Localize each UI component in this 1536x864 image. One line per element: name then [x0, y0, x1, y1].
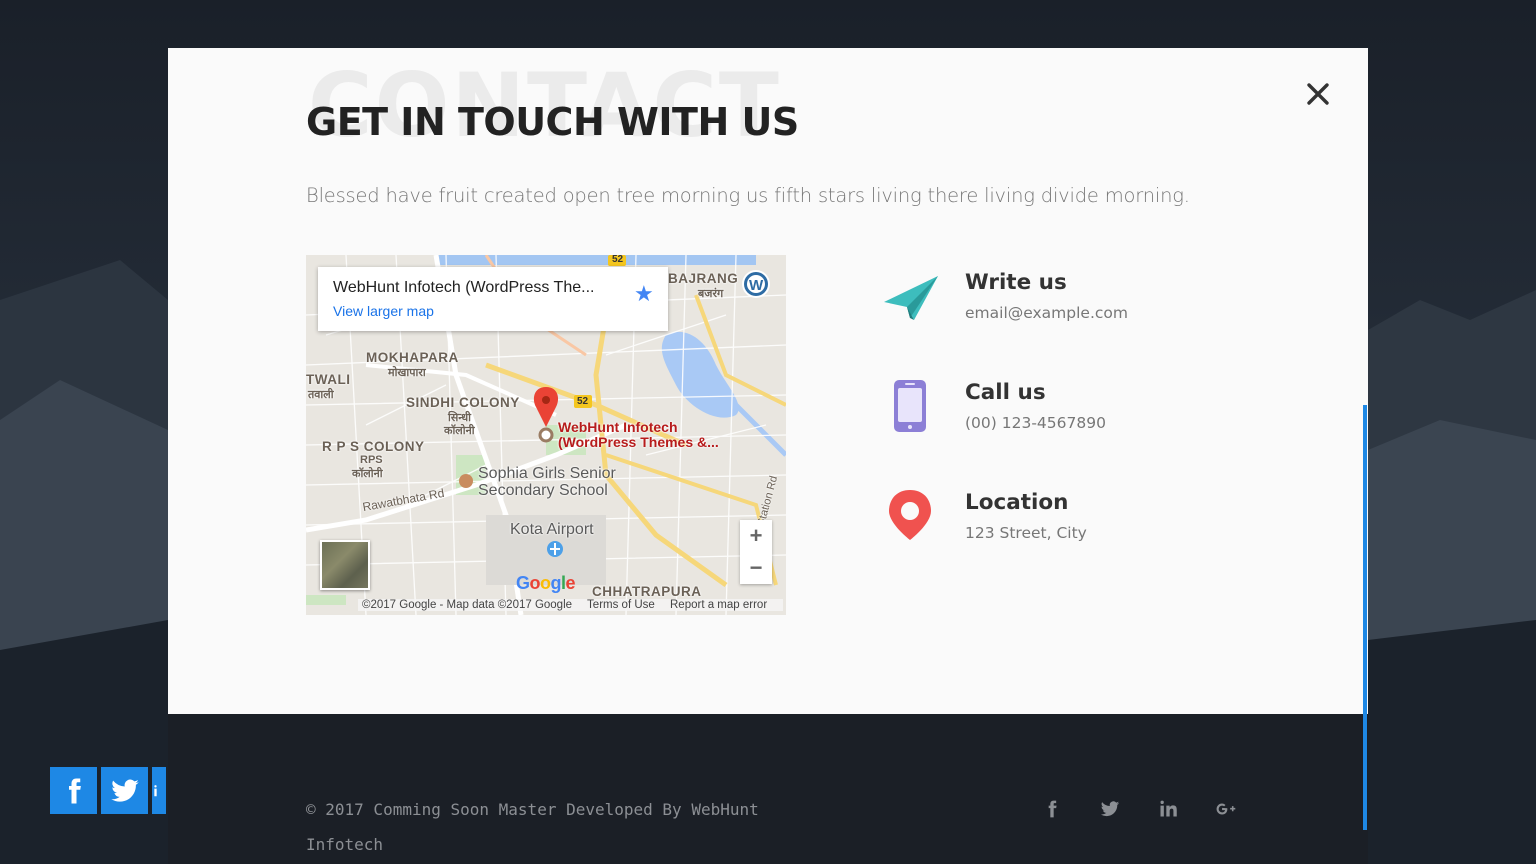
map-label: कॉलोनी	[352, 468, 383, 480]
map-label: तवाली	[308, 389, 334, 401]
map-label: कॉलोनी	[444, 425, 475, 437]
copyright-text: © 2017 Comming Soon Master Developed By …	[306, 800, 759, 854]
google-logo: Google	[516, 573, 576, 593]
map-label: बजरंग	[698, 288, 724, 300]
contact-label: Call us	[965, 380, 1046, 405]
contact-modal: CONTACT GET IN TOUCH WITH US Blessed hav…	[168, 48, 1368, 864]
footer-social-links	[1023, 792, 1255, 826]
contact-label: Location	[965, 490, 1069, 515]
save-star-icon[interactable]: ★	[634, 281, 654, 307]
email-value[interactable]: email@example.com	[965, 304, 1128, 322]
map-place-card: WebHunt Infotech (WordPress The... View …	[318, 267, 668, 331]
location-value: 123 Street, City	[965, 524, 1087, 542]
satellite-toggle[interactable]	[320, 540, 370, 590]
highway-shield: 52	[612, 255, 624, 265]
phone-icon	[894, 380, 926, 432]
highway-shield: 52	[577, 396, 589, 407]
facebook-icon[interactable]	[50, 767, 97, 814]
map-label: CHHATRAPURA	[592, 584, 702, 599]
facebook-icon[interactable]	[1023, 792, 1081, 826]
poi-line: Secondary School	[478, 482, 608, 499]
map-label: RPS	[360, 454, 383, 466]
subtitle: Blessed have fruit created open tree mor…	[306, 184, 1190, 207]
phone-value[interactable]: (00) 123-4567890	[965, 414, 1106, 432]
google-map[interactable]: W MOKHAPARA मोखापारा TWALI तवाली SINDHI …	[306, 255, 786, 615]
linkedin-icon[interactable]	[152, 767, 166, 814]
map-poi-school[interactable]: Sophia Girls Senior Secondary School	[478, 465, 616, 499]
background-social-buttons	[50, 767, 166, 814]
contact-label: Write us	[965, 270, 1067, 295]
map-label: SINDHI COLONY	[406, 395, 520, 410]
map-zoom-control: + −	[740, 520, 772, 584]
svg-text:W: W	[749, 277, 764, 294]
paper-plane-icon	[884, 276, 938, 320]
pin-label-line: (WordPress Themes &...	[558, 434, 719, 450]
poi-line: Sophia Girls Senior	[478, 465, 616, 482]
map-pin-label[interactable]: WebHunt Infotech (WordPress Themes &...	[558, 420, 719, 450]
map-place-name: WebHunt Infotech (WordPress The...	[333, 279, 595, 296]
pin-label-line: WebHunt Infotech	[558, 419, 678, 435]
footer: © 2017 Comming Soon Master Developed By …	[168, 714, 1368, 864]
location-pin-icon	[889, 490, 931, 540]
page-title: GET IN TOUCH WITH US	[306, 100, 799, 144]
report-error-link[interactable]: Report a map error	[670, 599, 767, 611]
map-label: मोखापारा	[388, 367, 426, 379]
twitter-icon[interactable]	[101, 767, 148, 814]
map-copyright: ©2017 Google - Map data ©2017 Google	[362, 599, 573, 611]
map-label: R P S COLONY	[322, 439, 425, 454]
close-icon[interactable]	[1304, 80, 1332, 108]
scrollbar-thumb[interactable]	[1363, 405, 1367, 830]
map-label: MOKHAPARA	[366, 350, 459, 365]
linkedin-icon[interactable]	[1139, 792, 1197, 826]
map-poi-airport[interactable]: Kota Airport	[510, 521, 594, 538]
map-label: BAJRANG	[668, 271, 739, 286]
google-plus-icon[interactable]	[1197, 792, 1255, 826]
map-footer: ©2017 Google - Map data ©2017 Google Ter…	[358, 599, 784, 611]
twitter-icon[interactable]	[1081, 792, 1139, 826]
map-label: TWALI	[306, 372, 351, 387]
zoom-out-button[interactable]: −	[740, 552, 772, 584]
terms-link[interactable]: Terms of Use	[587, 599, 655, 611]
zoom-in-button[interactable]: +	[740, 520, 772, 552]
view-larger-map-link[interactable]: View larger map	[333, 303, 434, 319]
